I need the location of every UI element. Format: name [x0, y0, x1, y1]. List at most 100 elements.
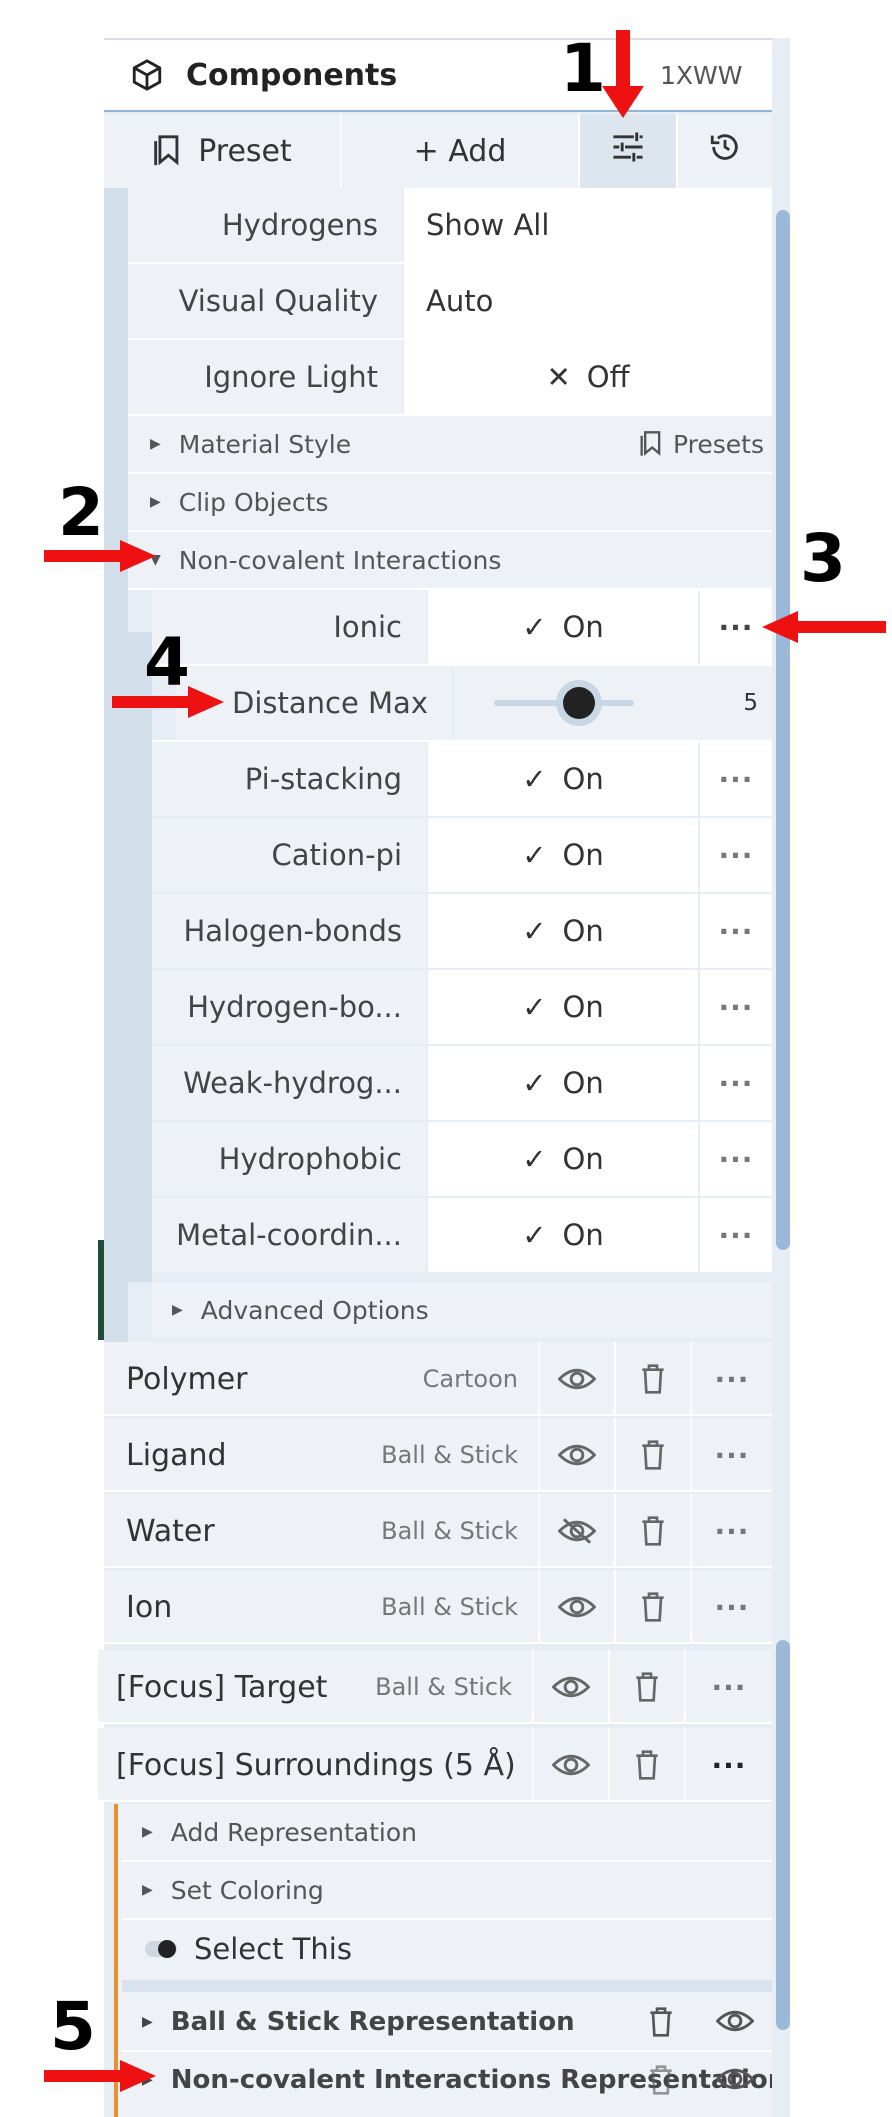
- interaction-toggle[interactable]: ✓ On: [428, 742, 698, 816]
- set-coloring-label: Set Coloring: [170, 1875, 324, 1905]
- options-toggle-button[interactable]: [580, 114, 676, 188]
- component-more-button[interactable]: ···: [692, 1570, 772, 1644]
- cube-icon: [130, 58, 164, 92]
- x-icon: ✕: [546, 360, 571, 394]
- non-covalent-label: Non-covalent Interactions: [178, 545, 502, 575]
- interaction-more-button[interactable]: ···: [700, 970, 772, 1044]
- interaction-more-button[interactable]: ···: [700, 894, 772, 968]
- ignore-light-toggle[interactable]: ✕ Off: [404, 340, 772, 414]
- interaction-toggle[interactable]: ✓ On: [428, 970, 698, 1044]
- clip-objects-group[interactable]: ▶ Clip Objects: [128, 474, 772, 530]
- history-button[interactable]: [678, 114, 772, 188]
- interaction-more-button[interactable]: ···: [700, 742, 772, 816]
- component-name[interactable]: [Focus] Surroundings (5 Å): [98, 1728, 518, 1802]
- slider-handle[interactable]: [556, 680, 603, 726]
- eye-icon[interactable]: [715, 2006, 755, 2040]
- toggle-icon: [144, 1938, 180, 1960]
- eye-off-icon[interactable]: [540, 1494, 614, 1568]
- interaction-value: On: [562, 914, 604, 948]
- interaction-value: On: [562, 762, 604, 796]
- add-representation-label: Add Representation: [170, 1817, 417, 1847]
- caret-right-icon: ▶: [142, 1882, 153, 1898]
- component-type: Ball & Stick: [375, 1673, 512, 1701]
- advanced-options-group[interactable]: ▶ Advanced Options: [152, 1282, 772, 1338]
- eye-icon[interactable]: [715, 2064, 755, 2098]
- component-more-button[interactable]: ···: [686, 1728, 772, 1802]
- ionic-label: Ionic: [152, 590, 426, 664]
- preset-label: Preset: [198, 133, 292, 169]
- select-this-button[interactable]: Select This: [122, 1920, 772, 1978]
- interaction-more-button[interactable]: ···: [700, 1046, 772, 1120]
- select-this-label: Select This: [194, 1932, 352, 1966]
- add-representation-group[interactable]: ▶ Add Representation: [122, 1804, 772, 1860]
- preset-button[interactable]: Preset: [104, 114, 340, 188]
- trash-icon[interactable]: [616, 1570, 690, 1644]
- scrollbar-thumb-lower[interactable]: [776, 1640, 790, 2030]
- eye-icon[interactable]: [534, 1650, 608, 1724]
- nci-rep-label: Non-covalent Interactions Representation: [170, 2065, 772, 2095]
- interaction-more-button[interactable]: ···: [700, 818, 772, 892]
- check-icon: ✓: [522, 914, 547, 948]
- ignore-light-value: Off: [586, 360, 630, 394]
- material-presets-button[interactable]: Presets: [614, 416, 764, 472]
- interaction-value: On: [562, 1142, 604, 1176]
- visual-quality-value: Auto: [426, 284, 494, 318]
- hydrogens-label: Hydrogens: [128, 188, 402, 262]
- ionic-toggle[interactable]: ✓ On: [428, 590, 698, 664]
- add-label: + Add: [413, 133, 507, 169]
- eye-icon[interactable]: [540, 1570, 614, 1644]
- interaction-label: Halogen-bonds: [152, 894, 426, 968]
- submenu-gap: [122, 1980, 772, 1992]
- hydrogens-value: Show All: [426, 208, 550, 242]
- interaction-toggle[interactable]: ✓ On: [428, 894, 698, 968]
- sliders-icon: [610, 131, 646, 171]
- interaction-value: On: [562, 1218, 604, 1252]
- component-type: Cartoon: [422, 1365, 518, 1393]
- annotation-marker-3: 3: [800, 520, 846, 597]
- distance-max-slider[interactable]: [454, 666, 678, 740]
- bookmark-icon: [152, 134, 182, 168]
- interaction-more-button[interactable]: ···: [700, 1122, 772, 1196]
- bookmark-icon: [639, 430, 663, 458]
- trash-icon[interactable]: [616, 1418, 690, 1492]
- interaction-more-button[interactable]: ···: [700, 1198, 772, 1272]
- eye-icon[interactable]: [540, 1342, 614, 1416]
- visual-quality-label: Visual Quality: [128, 264, 402, 338]
- trash-icon[interactable]: [610, 1650, 684, 1724]
- trash-icon[interactable]: [646, 2006, 676, 2042]
- caret-right-icon: ▶: [150, 494, 161, 510]
- add-button[interactable]: + Add: [342, 114, 578, 188]
- annotation-arrow-4: [112, 686, 224, 718]
- interaction-toggle[interactable]: ✓ On: [428, 1122, 698, 1196]
- eye-icon[interactable]: [534, 1728, 608, 1802]
- annotation-arrow-1: [602, 30, 644, 118]
- interaction-label: Hydrophobic: [152, 1122, 426, 1196]
- interactions-rail: [128, 632, 152, 1282]
- set-coloring-group[interactable]: ▶ Set Coloring: [122, 1862, 772, 1918]
- trash-icon[interactable]: [610, 1728, 684, 1802]
- visual-quality-select[interactable]: Auto: [404, 264, 772, 338]
- distance-max-value: 5: [678, 666, 772, 740]
- interaction-toggle[interactable]: ✓ On: [428, 818, 698, 892]
- scrollbar-thumb[interactable]: [776, 210, 790, 1250]
- interaction-label: Pi-stacking: [152, 742, 426, 816]
- trash-icon[interactable]: [616, 1342, 690, 1416]
- non-covalent-group[interactable]: ▼ Non-covalent Interactions: [128, 532, 772, 588]
- hydrogens-select[interactable]: Show All: [404, 188, 772, 262]
- interaction-toggle[interactable]: ✓ On: [428, 1046, 698, 1120]
- panel-title: Components: [186, 57, 398, 93]
- component-more-button[interactable]: ···: [692, 1342, 772, 1416]
- clip-objects-label: Clip Objects: [178, 487, 329, 517]
- interaction-label: Hydrogen-bo...: [152, 970, 426, 1044]
- check-icon: ✓: [522, 1218, 547, 1252]
- component-type: Ball & Stick: [381, 1441, 518, 1469]
- component-more-button[interactable]: ···: [692, 1418, 772, 1492]
- eye-icon[interactable]: [540, 1418, 614, 1492]
- annotation-marker-5: 5: [50, 1988, 96, 2065]
- interaction-toggle[interactable]: ✓ On: [428, 1198, 698, 1272]
- component-more-button[interactable]: ···: [686, 1650, 772, 1724]
- interaction-label: Weak-hydrog...: [152, 1046, 426, 1120]
- component-more-button[interactable]: ···: [692, 1494, 772, 1568]
- trash-icon[interactable]: [646, 2064, 676, 2100]
- trash-icon[interactable]: [616, 1494, 690, 1568]
